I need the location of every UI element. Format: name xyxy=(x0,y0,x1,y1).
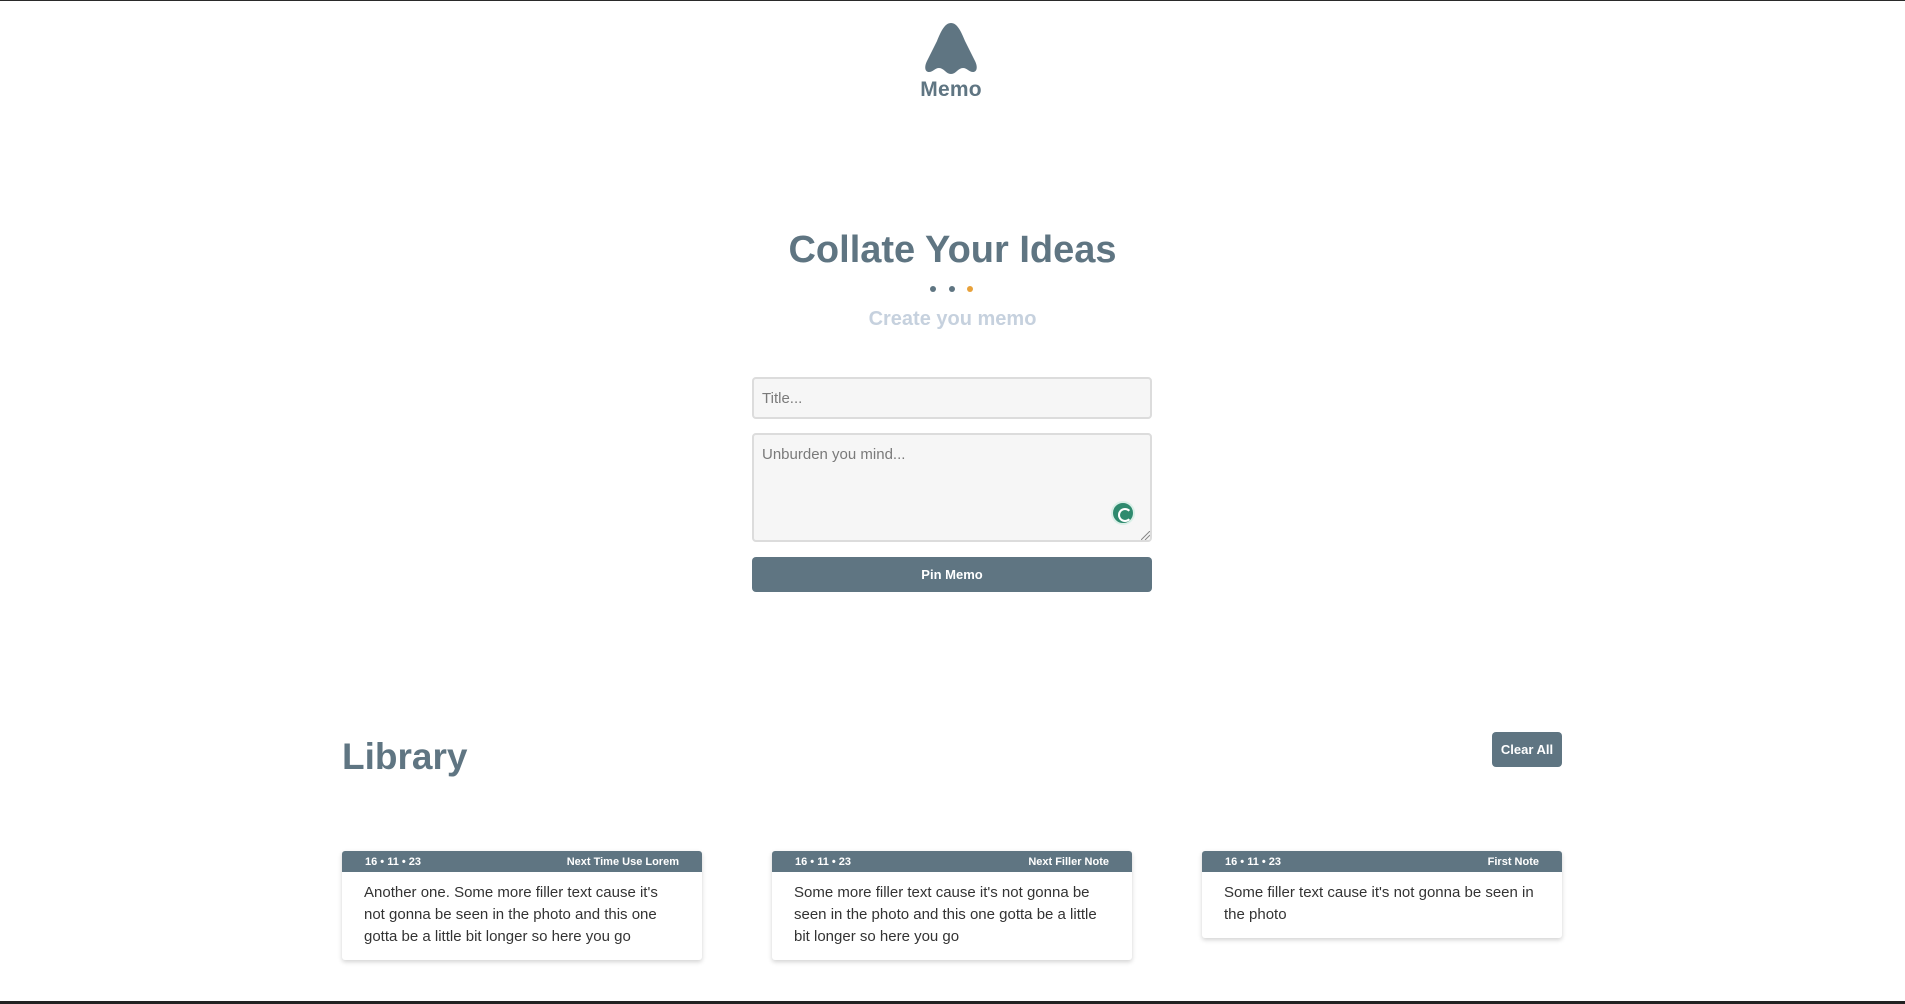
memo-card-date: 16 • 11 • 23 xyxy=(365,855,422,868)
memo-card[interactable]: 16 • 11 • 23 Next Filler Note Some more … xyxy=(772,851,1132,960)
memo-card[interactable]: 16 • 11 • 23 Next Time Use Lorem Another… xyxy=(342,851,702,960)
memo-card-header: 16 • 11 • 23 Next Time Use Lorem xyxy=(342,851,702,872)
library-title: Library xyxy=(342,736,468,777)
page-subtitle: Create you memo xyxy=(868,308,1037,330)
memo-card-header: 16 • 11 • 23 Next Filler Note xyxy=(772,851,1132,872)
memo-card-date: 16 • 11 • 23 xyxy=(795,855,852,868)
memo-card-title: Next Filler Note xyxy=(1028,855,1109,868)
memo-title-input[interactable] xyxy=(752,377,1152,419)
resize-grip-icon[interactable] xyxy=(1141,531,1150,540)
clear-all-button[interactable]: Clear All xyxy=(1492,732,1562,767)
memo-card-body: Some more filler text cause it's not gon… xyxy=(794,884,1097,945)
pin-memo-button[interactable]: Pin Memo xyxy=(752,557,1152,592)
divider-dot xyxy=(930,286,936,292)
memo-card-header: 16 • 11 • 23 First Note xyxy=(1202,851,1562,872)
grammarly-icon[interactable] xyxy=(1111,501,1135,525)
memo-body-textarea[interactable] xyxy=(752,433,1152,542)
memo-card-title: First Note xyxy=(1487,855,1539,868)
divider-dots xyxy=(928,286,978,294)
memo-card[interactable]: 16 • 11 • 23 First Note Some filler text… xyxy=(1202,851,1562,938)
memo-card-title: Next Time Use Lorem xyxy=(566,855,679,868)
memo-logo-icon xyxy=(925,23,977,74)
memo-card-date: 16 • 11 • 23 xyxy=(1225,855,1282,868)
page-title: Collate Your Ideas xyxy=(788,229,1117,271)
divider-dot xyxy=(949,286,955,292)
memo-card-body: Another one. Some more filler text cause… xyxy=(364,884,658,945)
divider-dot-highlight xyxy=(967,286,973,292)
memo-card-body: Some filler text cause it's not gonna be… xyxy=(1224,884,1534,923)
app-logo: Memo xyxy=(920,21,982,102)
app-logo-text: Memo xyxy=(920,78,982,101)
